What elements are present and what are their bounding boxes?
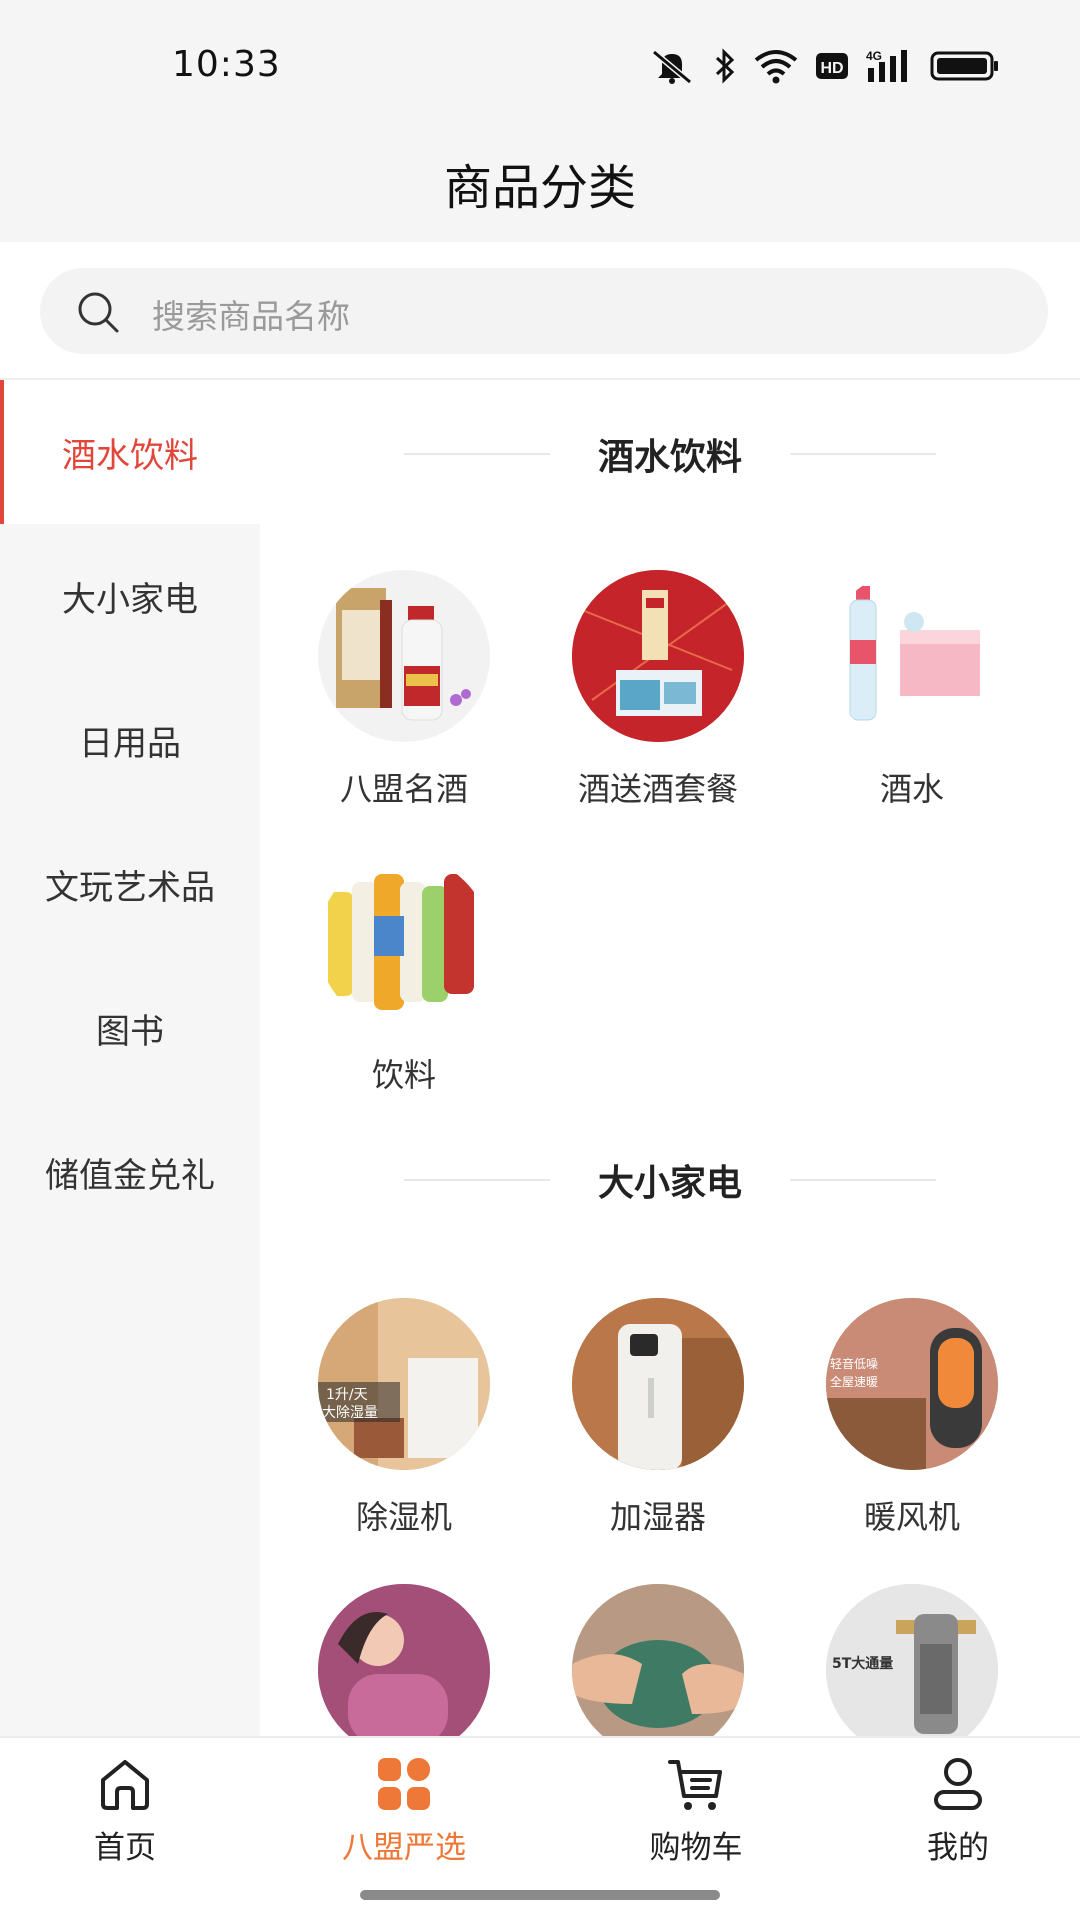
category-item-liquor[interactable]: 八盟名酒 bbox=[294, 570, 514, 810]
category-item-massager[interactable] bbox=[294, 1584, 514, 1736]
section-title-drinks: 酒水饮料 bbox=[260, 424, 1080, 484]
category-label: 酒水 bbox=[879, 770, 944, 808]
header: 商品分类 bbox=[0, 120, 1080, 242]
tab-label: 首页 bbox=[94, 1830, 156, 1866]
divider bbox=[790, 453, 936, 455]
sidebar-item-label: 大小家电 bbox=[62, 579, 198, 620]
evian-water-image bbox=[826, 570, 998, 742]
massager-image bbox=[318, 1584, 490, 1736]
dehumidifier-image: 1升/天 大除湿量 bbox=[318, 1298, 490, 1470]
category-label: 除湿机 bbox=[355, 1498, 452, 1536]
search-area: 搜索商品名称 bbox=[0, 242, 1080, 380]
humidifier-image bbox=[572, 1298, 744, 1470]
section-title-text: 大小家电 bbox=[597, 1163, 742, 1204]
tab-cart[interactable]: 购物车 bbox=[596, 1754, 796, 1867]
category-item-gift-set[interactable]: 酒送酒套餐 bbox=[548, 570, 768, 810]
category-item-hand-warmer[interactable] bbox=[548, 1584, 768, 1736]
sidebar-item-label: 文玩艺术品 bbox=[45, 867, 215, 908]
user-icon bbox=[934, 1758, 982, 1810]
search-icon bbox=[78, 292, 119, 333]
tab-profile[interactable]: 我的 bbox=[858, 1754, 1058, 1867]
divider bbox=[790, 1179, 936, 1181]
sidebar-item-appliances[interactable]: 大小家电 bbox=[0, 524, 260, 668]
status-bar: 10:33 HD 4G bbox=[0, 0, 1080, 120]
hd-icon: HD bbox=[816, 53, 848, 79]
category-item-dehumidifier[interactable]: 1升/天 大除湿量 除湿机 bbox=[294, 1298, 514, 1538]
svg-text:大除湿量: 大除湿量 bbox=[322, 1405, 378, 1421]
svg-text:轻音低噪: 轻音低噪 bbox=[830, 1356, 878, 1371]
tab-label: 我的 bbox=[927, 1830, 989, 1866]
bluetooth-icon bbox=[715, 48, 735, 84]
sidebar-item-label: 图书 bbox=[96, 1011, 164, 1052]
category-sidebar: 酒水饮料 大小家电 日用品 文玩艺术品 图书 储值金兑礼 bbox=[0, 380, 260, 1736]
category-label: 酒送酒套餐 bbox=[577, 770, 738, 808]
category-label: 加湿器 bbox=[609, 1498, 706, 1536]
section-title-text: 酒水饮料 bbox=[597, 437, 742, 478]
mute-icon bbox=[652, 49, 692, 84]
tab-label: 购物车 bbox=[649, 1830, 743, 1866]
svg-text:5T大通量: 5T大通量 bbox=[832, 1655, 893, 1672]
svg-text:HD: HD bbox=[820, 60, 843, 77]
page-title: 商品分类 bbox=[443, 160, 636, 216]
battery-icon bbox=[930, 51, 998, 81]
status-time: 10:33 bbox=[172, 44, 281, 85]
gift-box-image bbox=[572, 570, 744, 742]
sidebar-item-daily-goods[interactable]: 日用品 bbox=[0, 668, 260, 812]
sidebar-item-drinks[interactable]: 酒水饮料 bbox=[0, 380, 260, 524]
sidebar-item-stored-value-gifts[interactable]: 储值金兑礼 bbox=[0, 1100, 260, 1244]
section-title-appliances: 大小家电 bbox=[260, 1150, 1080, 1210]
hand-warmer-image bbox=[572, 1584, 744, 1736]
sidebar-item-books[interactable]: 图书 bbox=[0, 956, 260, 1100]
tea-drinks-image bbox=[318, 856, 490, 1028]
category-item-humidifier[interactable]: 加湿器 bbox=[548, 1298, 768, 1538]
status-icons: HD 4G bbox=[648, 46, 1000, 86]
category-label: 饮料 bbox=[371, 1056, 436, 1094]
tab-selected-goods[interactable]: 八盟严选 bbox=[304, 1754, 504, 1867]
home-indicator[interactable] bbox=[360, 1890, 720, 1900]
category-label: 八盟名酒 bbox=[339, 770, 468, 808]
search-placeholder: 搜索商品名称 bbox=[152, 297, 350, 336]
search-input[interactable]: 搜索商品名称 bbox=[40, 268, 1048, 354]
sidebar-item-label: 储值金兑礼 bbox=[45, 1155, 215, 1196]
svg-text:4G: 4G bbox=[866, 49, 882, 63]
tab-label: 八盟严选 bbox=[342, 1830, 466, 1866]
home-icon bbox=[101, 1760, 149, 1810]
cart-icon bbox=[668, 1760, 722, 1810]
category-item-heater[interactable]: 轻音低噪 全屋速暖 暖风机 bbox=[802, 1298, 1022, 1538]
wifi-icon bbox=[754, 50, 798, 84]
sidebar-item-art-collectibles[interactable]: 文玩艺术品 bbox=[0, 812, 260, 956]
svg-text:全屋速暖: 全屋速暖 bbox=[830, 1374, 878, 1389]
svg-text:1升/天: 1升/天 bbox=[326, 1387, 368, 1403]
sidebar-item-label: 日用品 bbox=[79, 723, 181, 764]
divider bbox=[403, 453, 550, 455]
signal-4g-icon: 4G bbox=[866, 49, 907, 82]
category-content: 酒水饮料 八盟名酒 酒送酒套餐 酒水 饮料 大小家电 1升/天 大除湿量 除湿机… bbox=[260, 380, 1080, 1736]
heater-image: 轻音低噪 全屋速暖 bbox=[826, 1298, 998, 1470]
category-label: 暖风机 bbox=[863, 1498, 960, 1536]
category-item-wine-water[interactable]: 酒水 bbox=[802, 570, 1022, 810]
category-item-water-filter[interactable]: 5T大通量 bbox=[802, 1584, 1022, 1736]
divider bbox=[403, 1179, 550, 1181]
water-filter-image: 5T大通量 bbox=[826, 1584, 998, 1736]
grid-icon bbox=[378, 1758, 430, 1810]
category-item-beverages[interactable]: 饮料 bbox=[294, 856, 514, 1096]
sidebar-item-label: 酒水饮料 bbox=[62, 435, 198, 476]
tab-home[interactable]: 首页 bbox=[25, 1754, 225, 1867]
liquor-bottles-image bbox=[318, 570, 490, 742]
